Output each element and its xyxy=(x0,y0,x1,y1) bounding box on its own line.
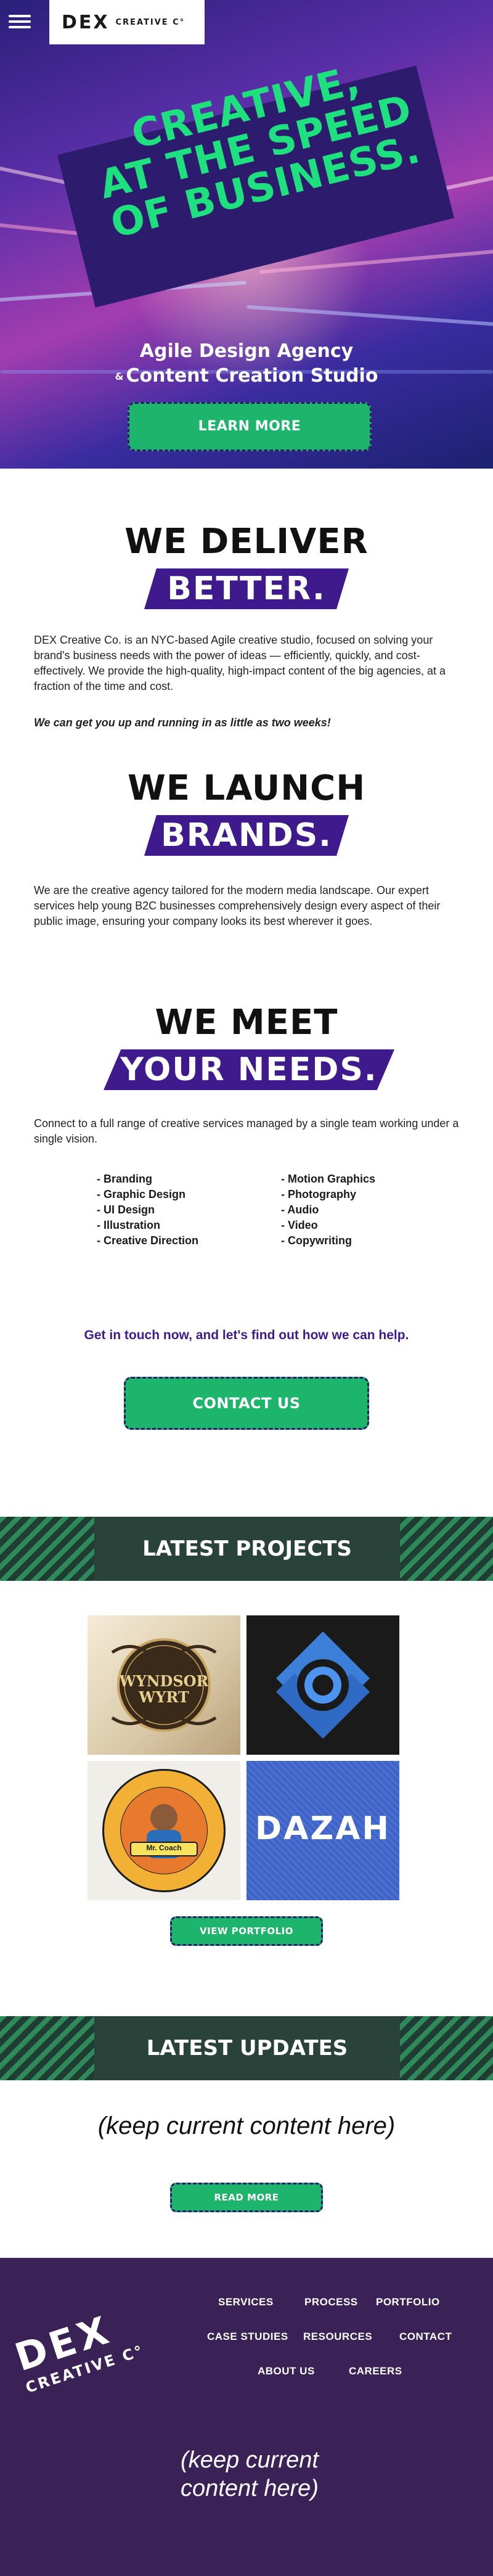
deliver-heading-top: WE DELIVER xyxy=(124,522,369,562)
service-item: - Creative Direction xyxy=(97,1234,199,1247)
service-item: - Audio xyxy=(281,1204,319,1216)
hero-subtitle-line2: Content Creation Studio xyxy=(126,365,378,387)
learn-more-button[interactable]: LEARN MORE xyxy=(128,402,372,451)
service-item: - Graphic Design xyxy=(97,1188,186,1200)
service-item: - Photography xyxy=(281,1188,356,1200)
footer-link-process[interactable]: PROCESS xyxy=(304,2296,358,2308)
project-thumbnail-wyndsor[interactable]: WYNDSOR WYRT xyxy=(88,1615,240,1755)
logo-text: CREATIVE C° xyxy=(115,17,185,27)
service-item: - Illustration xyxy=(97,1219,160,1231)
project-badge-text: Mr. Coach xyxy=(146,1844,182,1852)
view-portfolio-button[interactable]: VIEW PORTFOLIO xyxy=(170,1916,323,1946)
deliver-heading: WE DELIVER xyxy=(0,522,493,562)
service-item: - Video xyxy=(281,1219,318,1231)
launch-heading: WE LAUNCH xyxy=(0,768,493,808)
footer-placeholder-line: content here) xyxy=(181,2476,319,2501)
needs-heading: WE MEET xyxy=(0,1003,493,1043)
service-item: - Motion Graphics xyxy=(281,1173,375,1185)
project-label: WYRT xyxy=(139,1688,189,1706)
footer-link-about-us[interactable]: ABOUT US xyxy=(258,2365,315,2377)
needs-body: Connect to a full range of creative serv… xyxy=(34,1117,459,1145)
hamburger-menu-icon[interactable] xyxy=(9,15,31,31)
footer-link-case-studies[interactable]: CASE STUDIES xyxy=(207,2331,288,2343)
deliver-heading-band-text: BETTER. xyxy=(167,570,326,607)
updates-banner-title: LATEST UPDATES xyxy=(94,2016,400,2080)
project-thumbnail-counselor[interactable]: Mr. Coach xyxy=(88,1761,240,1900)
site-footer: DEX CREATIVE C° SERVICES PROCESS PORTFOL… xyxy=(0,2258,493,2576)
needs-heading-band: YOUR NEEDS. xyxy=(104,1049,394,1090)
updates-banner: LATEST UPDATES xyxy=(0,2016,493,2080)
launch-heading-band: BRANDS. xyxy=(144,815,349,856)
services-list-left: - Branding - Graphic Design - UI Design … xyxy=(97,1171,282,1249)
launch-body: We are the creative agency tailored for … xyxy=(34,884,441,927)
launch-heading-top: WE LAUNCH xyxy=(127,768,366,808)
services-list-right: - Motion Graphics - Photography - Audio … xyxy=(281,1171,466,1249)
hero-section: DEX CREATIVE C° CREATIVE, AT THE SPEED O… xyxy=(0,0,493,469)
deliver-heading-band: BETTER. xyxy=(144,568,349,609)
light-streak xyxy=(246,305,493,328)
project-thumbnail-dazah[interactable]: DAZAH xyxy=(246,1761,399,1900)
projects-banner-title: LATEST PROJECTS xyxy=(94,1517,400,1581)
deliver-tagline: We can get you up and running in as litt… xyxy=(34,716,331,729)
hero-subtitle: Agile Design Agency & Content Creation St… xyxy=(0,339,493,389)
eye-logo-icon xyxy=(276,1631,370,1739)
footer-link-careers[interactable]: CAREERS xyxy=(349,2365,402,2377)
deliver-body: DEX Creative Co. is an NYC-based Agile c… xyxy=(34,634,446,692)
footer-placeholder: (keep current content here) xyxy=(173,2446,327,2503)
footer-placeholder-line: (keep current xyxy=(181,2447,319,2473)
counselor-badge-icon xyxy=(102,1769,226,1892)
footer-link-contact[interactable]: CONTACT xyxy=(399,2331,452,2343)
hero-subtitle-line1: Agile Design Agency xyxy=(139,340,354,362)
needs-heading-band-text: YOUR NEEDS. xyxy=(120,1051,378,1088)
project-thumbnail-eye[interactable] xyxy=(246,1615,399,1755)
project-label: DAZAH xyxy=(255,1810,391,1847)
service-item: - Branding xyxy=(97,1173,152,1185)
hero-subtitle-amp: & xyxy=(115,370,124,382)
service-item: - UI Design xyxy=(97,1204,155,1216)
top-nav-bar: DEX CREATIVE C° xyxy=(0,0,493,44)
projects-banner: LATEST PROJECTS xyxy=(0,1517,493,1581)
service-item: - Copywriting xyxy=(281,1234,352,1247)
contact-us-button[interactable]: CONTACT US xyxy=(124,1377,369,1430)
read-more-button[interactable]: READ MORE xyxy=(170,2183,323,2212)
project-label: WYNDSOR xyxy=(119,1672,209,1690)
brand-logo[interactable]: DEX CREATIVE C° xyxy=(49,0,205,44)
footer-link-services[interactable]: SERVICES xyxy=(218,2296,274,2308)
contact-cta-text: Get in touch now, and let's find out how… xyxy=(84,1328,409,1342)
logo-mark: DEX xyxy=(62,11,110,33)
footer-logo[interactable]: DEX CREATIVE C° xyxy=(10,2294,169,2414)
launch-heading-band-text: BRANDS. xyxy=(161,817,332,854)
needs-heading-top: WE MEET xyxy=(155,1003,338,1043)
footer-link-portfolio[interactable]: PORTFOLIO xyxy=(376,2296,440,2308)
footer-link-resources[interactable]: RESOURCES xyxy=(303,2331,372,2343)
updates-placeholder: (keep current content here) xyxy=(97,2112,396,2139)
